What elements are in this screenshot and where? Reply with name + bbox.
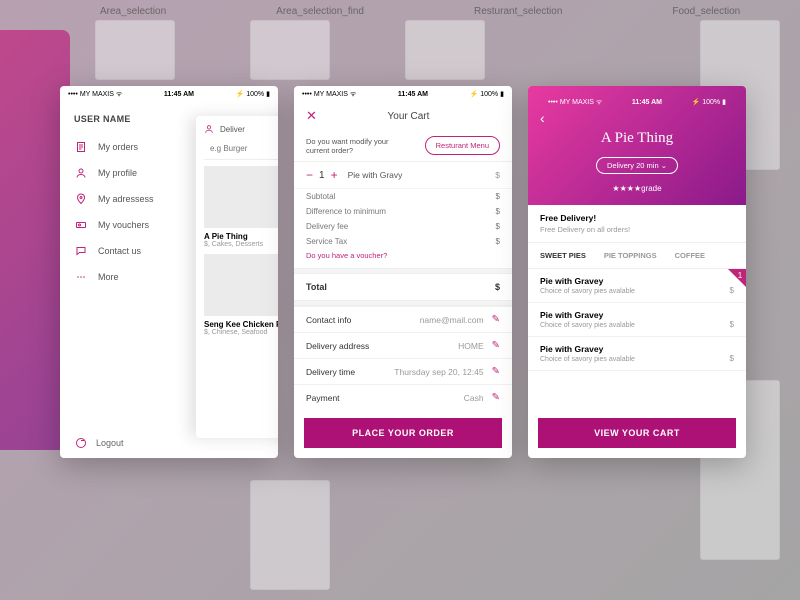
logout-label: Logout [96, 438, 124, 448]
item-title: Pie with Gravey [540, 276, 635, 286]
item-subtitle: Choice of savory pies avalable [540, 322, 635, 329]
page-title: Your Cart [317, 111, 500, 122]
bg-wireframe [95, 20, 175, 80]
item-price: $ [730, 354, 734, 363]
voucher-link[interactable]: Do you have a voucher? [294, 249, 512, 268]
qty-plus[interactable]: + [331, 168, 338, 182]
bg-wireframe [405, 20, 485, 80]
line-service-tax: Service Tax$ [294, 234, 512, 249]
qty-value: 1 [319, 170, 325, 181]
banner-subtitle: Free Delivery on all orders! [540, 225, 734, 234]
line-delivery-fee: Delivery fee$ [294, 219, 512, 234]
edit-icon[interactable]: ✎ [492, 314, 500, 325]
menu-item-row[interactable]: Pie with Gravey Choice of savory pies av… [528, 269, 746, 303]
chat-icon [74, 244, 88, 258]
info-address[interactable]: Delivery addressHOME✎ [294, 332, 512, 358]
rating: ★★★★grade [540, 184, 734, 193]
restaurant-card[interactable]: A Pie Thing $, Cakes, Desserts [204, 166, 278, 248]
receipt-icon [74, 140, 88, 154]
card-title: A Pie Thing [204, 232, 278, 241]
item-price: $ [730, 286, 734, 295]
pin-icon [74, 192, 88, 206]
line-subtotal: Subtotal$ [294, 189, 512, 204]
restaurant-name: A Pie Thing [540, 130, 734, 147]
edit-icon[interactable]: ✎ [492, 366, 500, 377]
card-title: Seng Kee Chicken Rice [204, 320, 278, 329]
deliver-label: Deliver [220, 125, 245, 134]
place-order-button[interactable]: PLACE YOUR ORDER [304, 418, 502, 448]
item-subtitle: Choice of savory pies avalable [540, 356, 635, 363]
banner-title: Free Delivery! [540, 213, 734, 223]
screen-drawer: ••••MY MAXISᯤ 11:45 AM ⚡100%▮ USER NAME … [60, 86, 278, 458]
card-subtitle: $, Cakes, Desserts [204, 241, 278, 248]
item-price: $ [495, 170, 500, 180]
status-bar: ••••MY MAXISᯤ 11:45 AM ⚡100%▮ [540, 94, 734, 110]
menu-label: My profile [98, 168, 137, 178]
tab-coffee[interactable]: COFFEE [675, 251, 705, 260]
status-bar: ••••MY MAXISᯤ 11:45 AM ⚡100%▮ [294, 86, 512, 102]
menu-label: More [98, 272, 119, 282]
line-min-diff: Difference to minimum$ [294, 204, 512, 219]
modify-prompt: Do you want modify your current order? [306, 137, 396, 155]
info-contact[interactable]: Contact infoname@mail.com✎ [294, 306, 512, 332]
info-payment[interactable]: PaymentCash✎ [294, 384, 512, 410]
restaurant-card[interactable]: Seng Kee Chicken Rice $, Chinese, Seafoo… [204, 254, 278, 336]
menu-label: My orders [98, 142, 138, 152]
search-input[interactable] [204, 140, 278, 160]
screen-cart: ••••MY MAXISᯤ 11:45 AM ⚡100%▮ ✕ Your Car… [294, 86, 512, 458]
search-field[interactable] [210, 144, 278, 153]
bg-wireframe [250, 20, 330, 80]
qty-badge: 1 [728, 269, 746, 287]
edit-icon[interactable]: ✎ [492, 340, 500, 351]
menu-label: My adressess [98, 194, 154, 204]
home-preview-panel: Deliver A Pie Thing $, Cakes, Desserts S… [196, 116, 278, 438]
item-name: Pie with Gravy [348, 170, 496, 180]
menu-label: Contact us [98, 246, 141, 256]
item-price: $ [730, 320, 734, 329]
tab-sweet-pies[interactable]: SWEET PIES [540, 251, 586, 260]
screen-restaurant: ••••MY MAXISᯤ 11:45 AM ⚡100%▮ ‹ A Pie Th… [528, 86, 746, 458]
item-title: Pie with Gravey [540, 310, 635, 320]
user-icon [204, 124, 214, 134]
chevron-down-icon: ⌄ [661, 161, 667, 170]
view-cart-button[interactable]: VIEW YOUR CART [538, 418, 736, 448]
qty-minus[interactable]: − [306, 168, 313, 182]
menu-item-row[interactable]: Pie with Gravey Choice of savory pies av… [528, 303, 746, 337]
logout-button[interactable]: Logout [74, 436, 264, 450]
menu-item-row[interactable]: Pie with Gravey Choice of savory pies av… [528, 337, 746, 371]
user-icon [74, 166, 88, 180]
info-delivery-time[interactable]: Delivery timeThursday sep 20, 12:45✎ [294, 358, 512, 384]
more-icon [74, 270, 88, 284]
item-title: Pie with Gravey [540, 344, 635, 354]
tab-pie-toppings[interactable]: PIE TOPPINGS [604, 251, 657, 260]
total-row: Total$ [294, 274, 512, 300]
bg-wireframe [250, 480, 330, 590]
delivery-time-pill[interactable]: Delivery 20 min ⌄ [596, 157, 678, 174]
voucher-icon [74, 218, 88, 232]
free-delivery-banner: Free Delivery! Free Delivery on all orde… [528, 205, 746, 243]
restaurant-menu-button[interactable]: Resturant Menu [425, 136, 500, 155]
item-subtitle: Choice of savory pies avalable [540, 288, 635, 295]
close-icon[interactable]: ✕ [306, 108, 317, 124]
logout-icon [74, 436, 88, 450]
card-image [204, 254, 278, 316]
category-tabs: SWEET PIES PIE TOPPINGS COFFEE [528, 243, 746, 269]
bg-flow-labels: Area_selectionArea_selection_findRestura… [0, 6, 800, 17]
edit-icon[interactable]: ✎ [492, 392, 500, 403]
menu-label: My vouchers [98, 220, 149, 230]
cart-item: − 1 + Pie with Gravy $ [294, 162, 512, 189]
status-bar: ••••MY MAXISᯤ 11:45 AM ⚡100%▮ [60, 86, 278, 102]
card-subtitle: $, Chinese, Seafood [204, 329, 278, 336]
back-icon[interactable]: ‹ [540, 110, 734, 126]
card-image [204, 166, 278, 228]
